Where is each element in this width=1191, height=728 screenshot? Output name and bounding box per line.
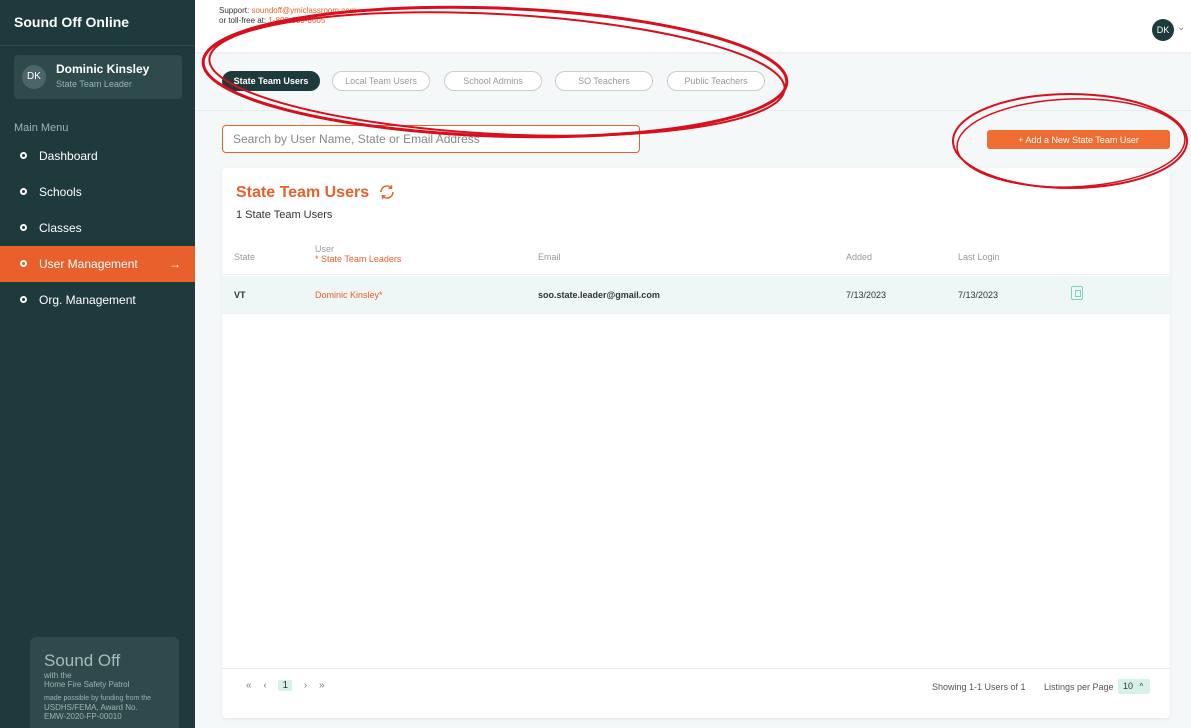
user-card[interactable]: DK Dominic Kinsley State Team Leader [14,55,182,99]
cell-state: VT [234,290,246,300]
promo-subtitle: with the [44,671,72,680]
column-header-state[interactable]: State [234,252,255,262]
column-header-added[interactable]: Added [846,252,872,262]
per-page-value: 10 [1123,681,1134,691]
showing-summary: Showing 1-1 Users of 1 [932,682,1026,692]
column-header-user-label: User [315,244,335,254]
main-menu: Dashboard Schools Classes User Managemen… [0,138,195,318]
sidebar-item-label: Classes [39,221,82,235]
tollfree-number-link[interactable]: 1-800-859-8005 [268,16,325,25]
promo-note-line: made possible by funding from the [44,695,152,702]
column-header-last-login[interactable]: Last Login [958,252,1000,262]
table-row[interactable]: VT Dominic Kinsley* soo.state.leader@gma… [222,276,1170,314]
bullet-icon [20,188,27,196]
arrow-right-icon: → [169,257,181,271]
search-input[interactable] [222,125,640,153]
cell-email: soo.state.leader@gmail.com [538,290,660,300]
per-page-select[interactable]: 10 ^ [1118,679,1150,694]
tab-state-team-users[interactable]: State Team Users [222,71,320,91]
menu-label: Main Menu [14,122,69,134]
page-number[interactable]: 1 [278,680,293,691]
support-label: Support: [219,6,250,15]
cell-last-login: 7/13/2023 [958,290,999,300]
divider [222,668,1170,669]
account-avatar[interactable]: DK [1152,19,1174,41]
prev-page-icon[interactable]: ‹ [263,680,266,691]
sidebar-item-classes[interactable]: Classes [0,210,195,246]
bullet-icon [20,260,27,268]
column-header-email[interactable]: Email [538,252,561,262]
first-page-icon[interactable]: « [246,680,252,691]
sidebar: Sound Off Online DK Dominic Kinsley Stat… [0,0,195,728]
promo-note-line: EMW-2020-FP-00010 [44,712,122,721]
sidebar-item-label: Schools [39,185,82,199]
refresh-icon[interactable] [378,183,396,201]
user-name: Dominic Kinsley [56,62,150,76]
promo-note: made possible by funding from the USDHS/… [44,695,169,721]
user-count: 1 State Team Users [236,209,333,221]
table-header: State User * State Team Leaders Email Ad… [222,240,1170,275]
top-bar: Support: soundoff@ymiclassroom.com or to… [195,0,1191,52]
sidebar-item-dashboard[interactable]: Dashboard [0,138,195,174]
users-panel: State Team Users 1 State Team Users Stat… [222,168,1170,718]
panel-title: State Team Users [236,184,370,201]
tab-local-team-users[interactable]: Local Team Users [332,71,430,91]
promo-note-line: USDHS/FEMA, Award No. [44,703,138,712]
sidebar-item-label: User Management [39,257,138,271]
promo-subtitle: Home Fire Safety Patrol [44,680,130,689]
listings-per-page-label: Listings per Page [1044,682,1114,692]
clipboard-icon[interactable] [1071,286,1083,300]
promo-card: Sound Off with the Home Fire Safety Patr… [30,637,179,728]
tab-so-teachers[interactable]: SO Teachers [555,71,653,91]
divider [195,110,1191,111]
next-page-icon[interactable]: › [304,680,307,691]
sidebar-item-schools[interactable]: Schools [0,174,195,210]
support-info: Support: soundoff@ymiclassroom.com or to… [219,6,356,26]
cell-added: 7/13/2023 [846,290,887,300]
pagination: « ‹ 1 › » [246,680,334,691]
sidebar-item-label: Org. Management [39,293,136,307]
tab-school-admins[interactable]: School Admins [444,71,542,91]
promo-title: Sound Off [44,651,121,670]
sidebar-item-user-management[interactable]: User Management → [0,246,195,282]
cell-user-link[interactable]: Dominic Kinsley* [315,290,383,300]
bullet-icon [20,296,27,304]
column-header-user[interactable]: User * State Team Leaders [315,244,401,264]
tab-public-teachers[interactable]: Public Teachers [667,71,765,91]
support-email-link[interactable]: soundoff@ymiclassroom.com [251,6,356,15]
chevron-down-icon[interactable]: ⌄ [1177,22,1185,33]
brand-title[interactable]: Sound Off Online [0,0,195,46]
avatar: DK [22,65,46,89]
chevron-up-icon: ^ [1139,682,1144,691]
state-team-leaders-note: * State Team Leaders [315,254,402,264]
sidebar-item-org-management[interactable]: Org. Management [0,282,195,318]
add-state-team-user-button[interactable]: + Add a New State Team User [987,130,1170,149]
tollfree-label: or toll-free at: [219,16,267,25]
last-page-icon[interactable]: » [319,680,325,691]
sidebar-item-label: Dashboard [39,149,98,163]
bullet-icon [20,224,27,232]
user-role: State Team Leader [56,79,132,89]
bullet-icon [20,152,27,160]
